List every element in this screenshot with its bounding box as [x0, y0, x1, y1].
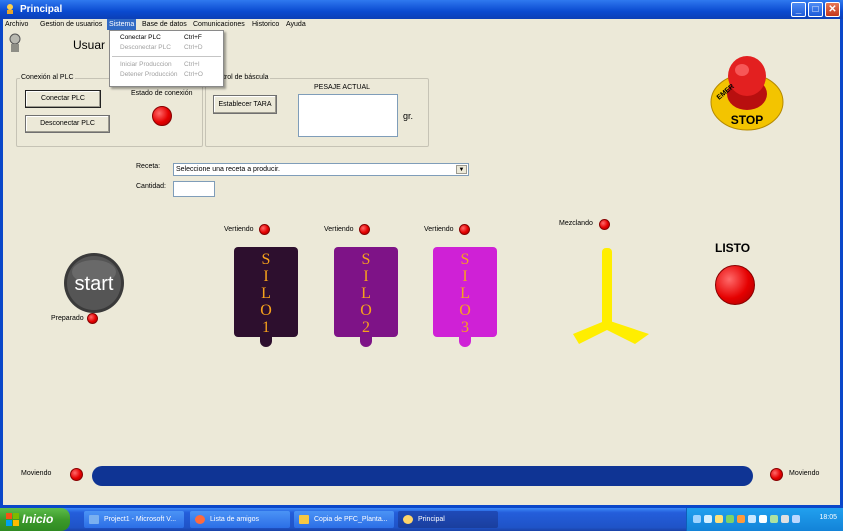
silo-3-label: SILO3 — [459, 251, 471, 336]
start-button[interactable]: start — [63, 252, 125, 314]
messenger-tray-icon[interactable] — [726, 515, 734, 523]
emergency-stop-button[interactable]: STOP EMER — [707, 50, 787, 132]
mezclando-label: Mezclando — [559, 220, 593, 227]
clock: 18:05 — [819, 514, 837, 521]
menu-ayuda[interactable]: Ayuda — [284, 19, 308, 30]
app-icon — [403, 515, 413, 524]
taskbar: Inicio Project1 - Microsoft V... Lista d… — [0, 508, 843, 531]
silo1-status-label: Vertiendo — [224, 226, 254, 233]
receta-label: Receta: — [136, 163, 161, 170]
pesaje-actual-label: PESAJE ACTUAL — [314, 84, 371, 91]
cantidad-label: Cantidad: — [136, 183, 166, 190]
menu-base-datos[interactable]: Base de datos — [140, 19, 189, 30]
start-label: Inicio — [22, 512, 54, 526]
svg-text:STOP: STOP — [731, 113, 763, 127]
menuitem-iniciar-produccion[interactable]: Iniciar Produccion Ctrl+I — [120, 61, 220, 70]
listo-led — [715, 265, 755, 305]
taskbar-item-principal[interactable]: Principal — [398, 511, 498, 528]
menuitem-detener-produccion[interactable]: Detener Producción Ctrl+O — [120, 71, 220, 80]
silo1-led — [259, 224, 270, 235]
silo-1-spout — [260, 333, 272, 347]
conveyor-right-led — [770, 468, 783, 481]
system-tray: 18:05 — [686, 508, 843, 531]
silo-1: SILO1 — [234, 247, 298, 347]
conexion-group-title: Conexión al PLC — [20, 74, 75, 81]
conveyor-right-label: Moviendo — [789, 470, 820, 477]
menu-archivo[interactable]: Archivo — [3, 19, 30, 30]
silo-3-spout — [459, 333, 471, 347]
start-menu-button[interactable]: Inicio — [0, 508, 70, 531]
chevron-down-icon[interactable]: ▼ — [456, 165, 467, 174]
display-icon[interactable] — [704, 515, 712, 523]
conveyor-left-led — [70, 468, 83, 481]
silo2-led — [359, 224, 370, 235]
preparado-label: Preparado — [51, 315, 84, 322]
menuitem-desconectar-plc[interactable]: Desconectar PLC Ctrl+D — [120, 44, 220, 53]
menu-historico[interactable]: Historico — [250, 19, 281, 30]
user-icon — [9, 33, 21, 52]
menuitem-conectar-plc[interactable]: Conectar PLC Ctrl+F — [120, 34, 220, 43]
network-icon[interactable] — [693, 515, 701, 523]
pesaje-display — [298, 94, 398, 137]
silo3-led — [459, 224, 470, 235]
mixer-icon — [573, 248, 649, 344]
folder-icon — [299, 515, 309, 524]
silo3-status-label: Vertiendo — [424, 226, 454, 233]
silo-2-spout — [360, 333, 372, 347]
conexion-group — [16, 78, 203, 147]
menu-gestion-usuarios[interactable]: Gestion de usuarios — [38, 19, 104, 30]
antivirus-icon[interactable] — [737, 515, 745, 523]
start-label: start — [75, 273, 114, 295]
minimize-button[interactable]: _ — [791, 2, 806, 17]
connection-status-label: Estado de conexión — [131, 90, 193, 97]
silo-2-label: SILO2 — [360, 251, 372, 336]
taskbar-item-lista-amigos[interactable]: Lista de amigos — [190, 511, 290, 528]
taskbar-item-project1[interactable]: Project1 - Microsoft V... — [84, 511, 184, 528]
client-area: Archivo Gestion de usuarios Sistema Base… — [3, 19, 840, 505]
vb-icon — [89, 515, 99, 524]
pen-icon[interactable] — [748, 515, 756, 523]
bascula-group-title: trol de báscula — [222, 74, 270, 81]
maximize-button[interactable]: □ — [808, 2, 823, 17]
receta-select[interactable]: Seleccione una receta a producir. ▼ — [173, 163, 469, 176]
taskbar-item-copia-pfc[interactable]: Copia de PFC_Planta... — [294, 511, 394, 528]
user-label: Usuar — [73, 38, 106, 52]
title-bar[interactable]: Principal _ □ ✕ — [0, 0, 843, 19]
establecer-tara-button[interactable]: Establecer TARA — [213, 95, 277, 114]
menubar: Archivo Gestion de usuarios Sistema Base… — [3, 19, 840, 30]
monitor-icon[interactable] — [792, 515, 800, 523]
conveyor-belt — [92, 466, 753, 486]
silo-3: SILO3 — [433, 247, 497, 347]
close-button[interactable]: ✕ — [825, 2, 840, 17]
receta-selected-value: Seleccione una receta a producir. — [176, 166, 280, 173]
disconnect-plc-button[interactable]: Desconectar PLC — [25, 115, 110, 133]
main-window: Principal _ □ ✕ Archivo Gestion de usuar… — [0, 0, 843, 508]
silo-1-label: SILO1 — [260, 251, 272, 336]
windows-logo-icon — [6, 513, 19, 526]
messenger-icon — [195, 515, 205, 524]
app-icon — [7, 4, 13, 14]
connect-plc-button[interactable]: Conectar PLC — [25, 90, 101, 108]
update-icon[interactable] — [770, 515, 778, 523]
usb-icon[interactable] — [781, 515, 789, 523]
sistema-dropdown: Conectar PLC Ctrl+F Desconectar PLC Ctrl+D… — [109, 30, 224, 87]
menu-separator — [112, 56, 221, 57]
connection-status-led — [152, 106, 172, 126]
cantidad-input[interactable] — [173, 181, 215, 197]
mezclando-led — [599, 219, 610, 230]
menu-comunicaciones[interactable]: Comunicaciones — [191, 19, 247, 30]
menu-sistema[interactable]: Sistema — [107, 19, 137, 30]
shield-icon[interactable] — [759, 515, 767, 523]
conveyor-left-label: Moviendo — [21, 470, 52, 477]
listo-label: LISTO — [715, 241, 751, 255]
window-title: Principal — [20, 4, 63, 15]
weight-unit-label: gr. — [403, 111, 414, 121]
speaker-icon[interactable] — [715, 515, 723, 523]
preparado-led — [87, 313, 98, 324]
silo-2: SILO2 — [334, 247, 398, 347]
silo2-status-label: Vertiendo — [324, 226, 354, 233]
